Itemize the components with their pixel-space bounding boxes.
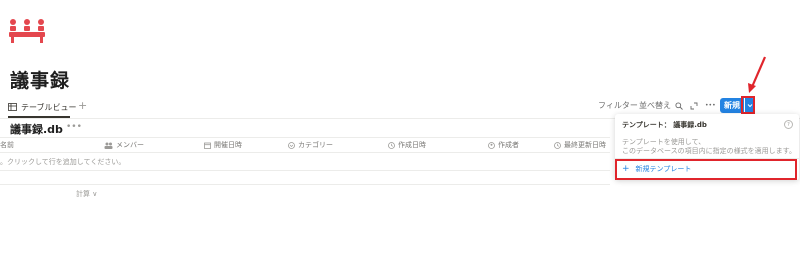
column-header-members[interactable]: メンバー: [104, 140, 144, 150]
highlight-box-dropdown: [741, 96, 755, 114]
more-options-button[interactable]: •••: [705, 99, 716, 113]
tab-table-view[interactable]: テーブルビュー: [8, 99, 77, 115]
help-icon[interactable]: ?: [784, 120, 793, 129]
page-title: 議事録: [10, 70, 71, 92]
template-popup-description: このデータベースの項目内に指定の様式を適用します。: [622, 147, 796, 155]
meeting-logo-icon: [9, 19, 45, 43]
divider: [0, 152, 610, 153]
database-more-button[interactable]: •••: [66, 122, 82, 132]
column-header-date[interactable]: 開催日時: [204, 140, 242, 150]
column-label: 開催日時: [214, 141, 242, 149]
column-header-created-time[interactable]: 作成日時: [388, 140, 426, 150]
divider: [0, 137, 610, 138]
template-popup-title: テンプレート： 議事録.db: [622, 121, 707, 129]
column-header-last-edited[interactable]: 最終更新日時: [554, 140, 606, 150]
add-view-button[interactable]: +: [78, 99, 87, 113]
sort-button[interactable]: 並べ替え: [639, 99, 671, 113]
select-icon: [288, 141, 295, 149]
clock-icon: [554, 141, 561, 149]
column-header-created-by[interactable]: 作成者: [488, 140, 519, 150]
expand-icon[interactable]: [690, 102, 698, 110]
highlight-box-new-template: [615, 159, 797, 180]
tab-label: テーブルビュー: [21, 102, 77, 112]
search-icon[interactable]: [675, 102, 683, 110]
column-label: 作成日時: [398, 141, 426, 149]
divider: [0, 170, 610, 171]
person-icon: [488, 141, 495, 149]
calculate-button[interactable]: 計算 ∨: [76, 189, 97, 199]
column-header-name[interactable]: 名前: [0, 140, 14, 150]
database-title[interactable]: 議事録.db: [10, 121, 63, 137]
empty-table-message[interactable]: 。クリックして行を追加してください。: [0, 157, 125, 167]
table-icon: [8, 103, 17, 111]
column-header-category[interactable]: カテゴリー: [288, 140, 333, 150]
annotation-arrow-icon: [748, 56, 767, 93]
column-label: カテゴリー: [298, 141, 333, 149]
calendar-icon: [204, 142, 211, 149]
divider: [0, 184, 610, 185]
clock-icon: [388, 141, 395, 149]
column-label: 作成者: [498, 141, 519, 149]
filter-button[interactable]: フィルター: [598, 99, 638, 113]
people-icon: [104, 142, 113, 149]
column-label: メンバー: [116, 141, 144, 149]
column-label: 名前: [0, 141, 14, 149]
column-label: 最終更新日時: [564, 141, 606, 149]
